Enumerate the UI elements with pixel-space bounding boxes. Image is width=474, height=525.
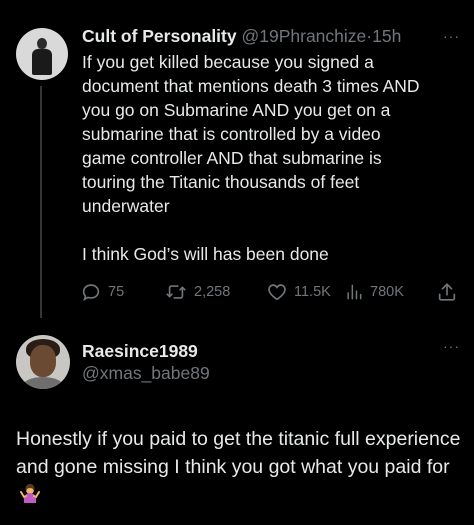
tweet-header: Cult of Personality @19Phranchize·15h — [82, 25, 401, 47]
woman-shrugging-emoji-icon — [20, 484, 40, 504]
more-options-icon[interactable]: ··· — [443, 28, 460, 44]
view-count: 780K — [370, 284, 404, 300]
reply-more-options-icon[interactable]: ··· — [443, 338, 460, 354]
thread-line — [40, 86, 42, 318]
reply-handle[interactable]: @xmas_babe89 — [82, 362, 210, 384]
reply-count: 75 — [108, 284, 125, 300]
reply-icon — [82, 284, 100, 302]
like-button[interactable]: 11.5K — [266, 280, 331, 304]
avatar-figure-head — [37, 38, 47, 49]
display-name[interactable]: Cult of Personality — [82, 26, 237, 46]
share-icon — [438, 283, 456, 301]
timestamp[interactable]: 15h — [372, 26, 401, 46]
reply-display-name[interactable]: Raesince1989 — [82, 340, 198, 362]
reply-text: Honestly if you paid to get the titanic … — [16, 428, 461, 478]
reply-text-block: Honestly if you paid to get the titanic … — [16, 425, 466, 509]
views-chart-icon — [347, 284, 362, 300]
retweet-icon — [166, 285, 186, 299]
avatar-shirt — [22, 377, 64, 389]
handle[interactable]: @19Phranchize — [241, 26, 366, 46]
retweet-button[interactable]: 2,258 — [164, 280, 230, 304]
like-count: 11.5K — [294, 284, 331, 300]
reply-avatar[interactable] — [16, 335, 70, 389]
avatar-face — [30, 345, 56, 377]
tweet-text: If you get killed because you signed a d… — [82, 52, 420, 264]
tweet-main[interactable]: Cult of Personality @19Phranchize·15h ··… — [0, 0, 474, 318]
share-button[interactable] — [436, 280, 458, 304]
heart-icon — [268, 284, 286, 301]
action-bar: 75 2,258 11.5K 780K — [80, 280, 460, 304]
avatar[interactable] — [16, 28, 68, 80]
avatar-figure-body — [32, 49, 52, 75]
reply-button[interactable]: 75 — [80, 280, 124, 304]
views-button[interactable]: 780K — [344, 280, 404, 304]
retweet-count: 2,258 — [194, 284, 231, 300]
